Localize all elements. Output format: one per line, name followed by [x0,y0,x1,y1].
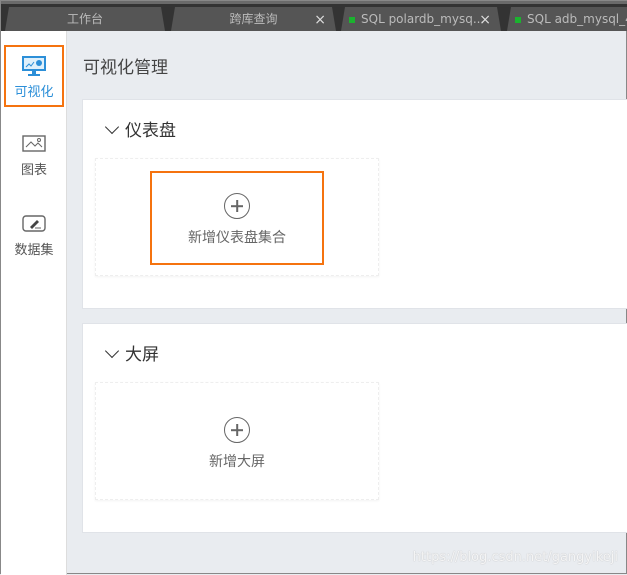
monitor-chart-icon [22,56,46,76]
tab-workbench[interactable]: 工作台 [5,7,165,31]
tab-label: SQL polardb_mysq... [361,12,485,26]
sidebar-item-label: 可视化 [14,85,54,100]
tab-label: 跨库查询 [229,12,278,26]
edit-dataset-icon [22,215,46,232]
close-icon[interactable]: × [479,8,491,32]
add-big-screen-button[interactable]: 新增大屏 [95,382,379,500]
sidebar-item-datasets[interactable]: 数据集 [4,205,64,267]
tab-bar: 工作台 跨库查询 × SQL polardb_mysq... × SQL adb_m… [1,1,627,31]
section-title: 仪表盘 [125,121,176,141]
sidebar: 可视化 图表 数据集 [1,31,67,575]
sidebar-item-charts[interactable]: 图表 [4,125,64,187]
tab-label: 工作台 [66,12,103,26]
status-dot-icon [349,17,355,23]
highlight-box [150,171,324,265]
tab-label: SQL adb_mysql_4 [527,12,627,26]
chevron-down-icon [104,119,120,135]
page-title: 可视化管理 [83,58,168,78]
section-header[interactable]: 大屏 [103,340,159,365]
chevron-down-icon [104,343,120,359]
status-dot-icon [515,17,521,23]
tab-sql-adb[interactable]: SQL adb_mysql_4 [507,7,627,31]
image-chart-icon [22,135,46,152]
section-title: 大屏 [125,345,159,365]
section-header[interactable]: 仪表盘 [103,116,176,141]
sidebar-item-visualization[interactable]: 可视化 [4,45,64,107]
tab-sql-polardb[interactable]: SQL polardb_mysq... × [341,7,501,31]
plus-circle-icon [224,417,250,443]
tab-cross-db-query[interactable]: 跨库查询 × [171,7,336,31]
big-screen-section: 大屏 新增大屏 [82,323,627,533]
sidebar-item-label: 数据集 [14,243,54,258]
add-label: 新增大屏 [209,454,265,470]
close-icon[interactable]: × [314,8,326,32]
watermark: https://blog.csdn.net/gangyikeji [412,550,618,565]
sidebar-item-label: 图表 [20,163,47,178]
